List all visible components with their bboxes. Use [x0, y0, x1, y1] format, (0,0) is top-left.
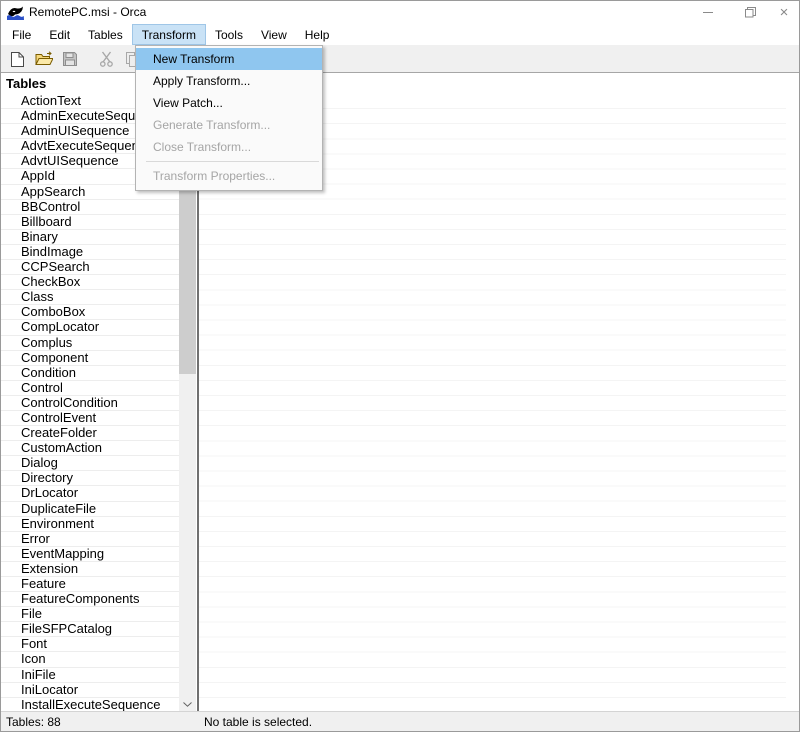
table-list-item-bbcontrol[interactable]: BBControl — [1, 200, 179, 215]
menu-item-close-transform[interactable]: Close Transform... — [136, 136, 322, 158]
table-list-item-bindimage[interactable]: BindImage — [1, 245, 179, 260]
table-list-item-directory[interactable]: Directory — [1, 471, 179, 486]
restore-button[interactable] — [733, 1, 767, 23]
title-bar: RemotePC.msi - Orca × — [1, 1, 799, 24]
menu-bar: FileEditTablesTransformToolsViewHelp — [1, 24, 799, 45]
status-bar: Tables: 88 No table is selected. — [1, 711, 799, 731]
open-folder-icon — [35, 51, 53, 67]
orca-app-icon — [7, 5, 24, 20]
table-list-item-inifile[interactable]: IniFile — [1, 668, 179, 683]
table-list-item-binary[interactable]: Binary — [1, 230, 179, 245]
table-list-item-duplicatefile[interactable]: DuplicateFile — [1, 502, 179, 517]
save-icon — [62, 51, 78, 67]
restore-icon — [745, 7, 756, 18]
new-document-icon — [10, 51, 25, 68]
menu-separator — [146, 161, 319, 162]
menubar-item-tools[interactable]: Tools — [206, 24, 252, 45]
main-area: Tables ActionTextAdminExecuteSequenceAdm… — [1, 73, 799, 713]
table-list-item-component[interactable]: Component — [1, 351, 179, 366]
cut-button[interactable] — [97, 50, 115, 68]
window-title: RemotePC.msi - Orca — [29, 5, 146, 19]
menubar-item-view[interactable]: View — [252, 24, 296, 45]
menubar-item-file[interactable]: File — [3, 24, 40, 45]
table-list-item-billboard[interactable]: Billboard — [1, 215, 179, 230]
table-list-item-drlocator[interactable]: DrLocator — [1, 486, 179, 501]
minimize-icon — [703, 12, 713, 13]
toolbar — [1, 45, 799, 73]
table-list-item-condition[interactable]: Condition — [1, 366, 179, 381]
chevron-down-icon — [183, 702, 192, 707]
table-list-item-filesfpcatalog[interactable]: FileSFPCatalog — [1, 622, 179, 637]
close-button[interactable]: × — [767, 1, 800, 23]
menu-item-new-transform[interactable]: New Transform — [136, 48, 322, 70]
menu-item-transform-properties[interactable]: Transform Properties... — [136, 165, 322, 187]
menubar-item-help[interactable]: Help — [296, 24, 339, 45]
table-list-item-dialog[interactable]: Dialog — [1, 456, 179, 471]
table-list-item-checkbox[interactable]: CheckBox — [1, 275, 179, 290]
table-list-item-complus[interactable]: Complus — [1, 336, 179, 351]
table-list-item-class[interactable]: Class — [1, 290, 179, 305]
menu-item-generate-transform[interactable]: Generate Transform... — [136, 114, 322, 136]
table-list-item-control[interactable]: Control — [1, 381, 179, 396]
table-list-item-createfolder[interactable]: CreateFolder — [1, 426, 179, 441]
status-tables-count: Tables: 88 — [6, 715, 61, 729]
table-list-item-customaction[interactable]: CustomAction — [1, 441, 179, 456]
table-list-item-featurecomponents[interactable]: FeatureComponents — [1, 592, 179, 607]
table-list-item-icon[interactable]: Icon — [1, 652, 179, 667]
table-list-item-environment[interactable]: Environment — [1, 517, 179, 532]
orca-window: RemotePC.msi - Orca × FileEditTablesTran… — [0, 0, 800, 732]
table-list-item-file[interactable]: File — [1, 607, 179, 622]
table-list-item-eventmapping[interactable]: EventMapping — [1, 547, 179, 562]
transform-menu-popup: New TransformApply Transform...View Patc… — [135, 45, 323, 191]
status-selection-message: No table is selected. — [204, 715, 312, 729]
table-list-item-font[interactable]: Font — [1, 637, 179, 652]
table-list-item-combobox[interactable]: ComboBox — [1, 305, 179, 320]
close-icon: × — [780, 4, 789, 21]
table-list-item-inilocator[interactable]: IniLocator — [1, 683, 179, 698]
table-list-item-controlcondition[interactable]: ControlCondition — [1, 396, 179, 411]
menu-item-view-patch[interactable]: View Patch... — [136, 92, 322, 114]
table-list-item-error[interactable]: Error — [1, 532, 179, 547]
table-list-item-extension[interactable]: Extension — [1, 562, 179, 577]
minimize-button[interactable] — [691, 1, 725, 23]
table-list-item-feature[interactable]: Feature — [1, 577, 179, 592]
table-list-item-complocator[interactable]: CompLocator — [1, 320, 179, 335]
menubar-item-edit[interactable]: Edit — [40, 24, 79, 45]
menu-item-apply-transform[interactable]: Apply Transform... — [136, 70, 322, 92]
table-list-item-controlevent[interactable]: ControlEvent — [1, 411, 179, 426]
menubar-item-transform[interactable]: Transform — [132, 24, 206, 45]
table-list-item-ccpsearch[interactable]: CCPSearch — [1, 260, 179, 275]
save-button[interactable] — [61, 50, 79, 68]
open-file-button[interactable] — [35, 50, 53, 68]
menubar-item-tables[interactable]: Tables — [79, 24, 132, 45]
new-file-button[interactable] — [8, 50, 26, 68]
cut-icon — [99, 51, 114, 68]
